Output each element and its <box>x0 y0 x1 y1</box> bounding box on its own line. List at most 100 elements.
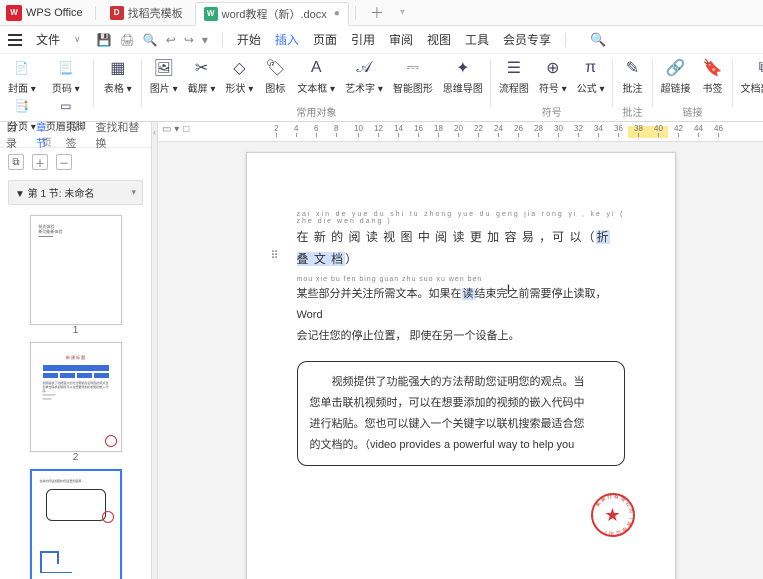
document-canvas[interactable]: ⠿ zai xin de yue du shi tu zhong yue du … <box>158 142 763 579</box>
ruler-tick: 44 <box>694 124 703 137</box>
menu-start[interactable]: 开始 <box>237 31 261 48</box>
title-bar: W WPS Office D 找稻壳模板 W word教程（新）.docx ● … <box>0 0 763 26</box>
section-header[interactable]: ▼ 第 1 节: 未命名 ▾ <box>8 180 143 205</box>
btn-symbol[interactable]: ⊕符号 ▾ <box>537 58 569 95</box>
btn-equation[interactable]: π公式 ▾ <box>575 58 607 95</box>
redo-icon[interactable]: ↪ <box>184 33 194 47</box>
nav-tools: ⧉ ＋ － <box>0 148 151 176</box>
btn-textbox[interactable]: A文本框 ▾ <box>295 58 337 95</box>
btn-screenshot[interactable]: ✂截屏 ▾ <box>186 58 218 95</box>
btn-flowchart[interactable]: ☰流程图 <box>497 58 531 95</box>
ruler-corner[interactable]: ▭ ▾□ <box>162 124 189 135</box>
textbox-shape[interactable]: 视频提供了功能强大的方法帮助您证明您的观点。当 您单击联机视频时，可以在想要添加… <box>297 361 625 467</box>
menu-review[interactable]: 审阅 <box>389 31 413 48</box>
ruler-tick: 26 <box>514 124 523 137</box>
btn-docparts[interactable]: ⧉文档部件 ▾ <box>739 58 763 95</box>
ruler-tick: 10 <box>354 124 363 137</box>
document-area: ▭ ▾□ 24681012141618202224262830323436384… <box>158 122 763 579</box>
box-line: 视频提供了功能强大的方法帮助您证明您的观点。当 <box>310 372 612 393</box>
nav-tool-add[interactable]: ＋ <box>32 154 48 170</box>
btn-icons[interactable]: 🏷图标 <box>261 58 289 95</box>
hamburger-icon[interactable] <box>8 34 22 46</box>
btn-headerfooter[interactable]: ▭页眉页脚 <box>44 96 88 133</box>
save-icon[interactable]: 💾 <box>97 33 112 47</box>
btn-bookmark[interactable]: 🔖书签 <box>699 58 727 95</box>
table-icon: ▦ <box>108 58 128 78</box>
menu-insert[interactable]: 插入 <box>275 31 299 48</box>
nav-tab-find[interactable]: 查找和替换 <box>95 119 145 151</box>
btn-wordart[interactable]: 𝒜艺术字 ▾ <box>343 58 385 95</box>
body-text[interactable]: 在 新 的 阅 读 视 图 中 阅 读 更 加 容 易 ，可 以（折 叠 文 档… <box>297 227 625 270</box>
btn-shapes[interactable]: ◇形状 ▾ <box>223 58 255 95</box>
ruler-tick: 8 <box>334 124 338 137</box>
tab-document[interactable]: W word教程（新）.docx ● <box>195 2 349 26</box>
tab-label: word教程（新）.docx <box>222 6 327 22</box>
body-text[interactable]: 某些部分并关注所需文本。如果在读结束完之前需要停止读取， Word <box>297 284 625 326</box>
btn-hyperlink[interactable]: 🔗超链接 <box>659 58 693 95</box>
search-icon[interactable]: 🔍 <box>590 32 606 48</box>
group-label: 页 <box>42 134 52 149</box>
page-thumbnail[interactable]: 抢先体验新功能新体验━━━━━━ <box>30 215 122 325</box>
text-cursor-icon <box>507 281 517 295</box>
btn-mindmap[interactable]: ✦思维导图 <box>441 58 485 95</box>
thumb-page-number: 2 <box>30 452 122 463</box>
app-name: WPS Office <box>26 7 83 19</box>
nav-tool-layout[interactable]: ⧉ <box>8 154 24 170</box>
btn-smartart[interactable]: ⎓智能图形 <box>391 58 435 95</box>
bookmark-icon: 🔖 <box>703 58 723 78</box>
menu-file[interactable]: 文件 <box>36 31 60 48</box>
thumbnail-list: 抢先体验新功能新体验━━━━━━ 1 新 建 标 题 视频提供了功能强大的方法帮… <box>0 209 151 579</box>
horizontal-ruler[interactable]: ▭ ▾□ 24681012141618202224262830323436384… <box>158 122 763 142</box>
page-thumbnail-selected[interactable]: 在新的阅读视图中阅读更加容易… <box>30 469 122 579</box>
undo-icon[interactable]: ↩ <box>166 33 176 47</box>
menu-page[interactable]: 页面 <box>313 31 337 48</box>
ruler-tick: 34 <box>594 124 603 137</box>
btn-cover[interactable]: 📄封面 ▾ <box>6 58 38 95</box>
page-thumbnail[interactable]: 新 建 标 题 视频提供了功能强大的方法帮助您证明您的观点当您单击联机视频时可以… <box>30 342 122 452</box>
document-page[interactable]: ⠿ zai xin de yue du shi tu zhong yue du … <box>246 152 676 579</box>
nav-tool-remove[interactable]: － <box>56 154 72 170</box>
thumb-preview: 新 建 标 题 视频提供了功能强大的方法帮助您证明您的观点当您单击联机视频时可以… <box>31 343 121 451</box>
header-icon: ▭ <box>56 96 76 116</box>
ruler-tick: 18 <box>434 124 443 137</box>
thumb-page-number: 1 <box>30 325 122 336</box>
wordart-icon: 𝒜 <box>354 58 374 78</box>
parts-icon: ⧉ <box>754 58 763 78</box>
screenshot-icon: ✂ <box>192 58 212 78</box>
file-dd[interactable]: ∨ <box>74 34 81 45</box>
menu-ref[interactable]: 引用 <box>351 31 375 48</box>
group-label: 符号 <box>542 104 562 119</box>
group-symbol: ☰流程图 ⊕符号 ▾ π公式 ▾ 符号 <box>491 54 613 121</box>
ruler-tick: 14 <box>394 124 403 137</box>
textbox-icon: A <box>306 58 326 78</box>
btn-break[interactable]: 📑分页 ▾ <box>6 96 38 133</box>
print-icon[interactable]: 🖨 <box>120 33 135 47</box>
qa-more[interactable]: ▾ <box>202 33 208 47</box>
ruler-tick: 36 <box>614 124 623 137</box>
shapes-icon: ◇ <box>229 58 249 78</box>
body-text[interactable]: 会记住您的停止位置， 即使在另一个设备上。 <box>297 326 625 347</box>
pagenum-icon: 📃 <box>56 58 76 78</box>
flowchart-icon: ☰ <box>504 58 524 78</box>
menu-view[interactable]: 视图 <box>427 31 451 48</box>
btn-table[interactable]: ▦表格 ▾ <box>100 58 136 95</box>
tab-template[interactable]: D 找稻壳模板 <box>102 2 191 24</box>
menu-tools[interactable]: 工具 <box>465 31 489 48</box>
preview-icon[interactable]: 🔍 <box>143 33 158 47</box>
main: 目录 章节 书签 查找和替换 ⧉ ＋ － ▼ 第 1 节: 未命名 ▾ 抢先体验… <box>0 122 763 579</box>
ruler-tick: 30 <box>554 124 563 137</box>
add-tab-button[interactable]: ＋ <box>362 1 392 25</box>
group-link: 🔗超链接 🔖书签 链接 <box>653 54 733 121</box>
seal-stamp[interactable]: ★ 某 某 行 有 限 公 司 （ 有 限 公 司 ） <box>591 493 635 537</box>
btn-comment[interactable]: ✎批注 <box>619 58 647 95</box>
anchor-icon[interactable]: ⠿ <box>271 249 276 262</box>
close-icon[interactable]: ● <box>334 8 340 19</box>
word-icon: W <box>204 7 218 21</box>
btn-pagenum[interactable]: 📃页码 ▾ <box>44 58 88 95</box>
group-table: ▦表格 ▾ <box>94 54 142 121</box>
tab-menu[interactable]: ▾ <box>400 7 405 18</box>
menu-vip[interactable]: 会员专享 <box>503 31 551 48</box>
mindmap-icon: ✦ <box>453 58 473 78</box>
btn-image[interactable]: 🖼图片 ▾ <box>148 58 180 95</box>
ruler-tick: 22 <box>474 124 483 137</box>
